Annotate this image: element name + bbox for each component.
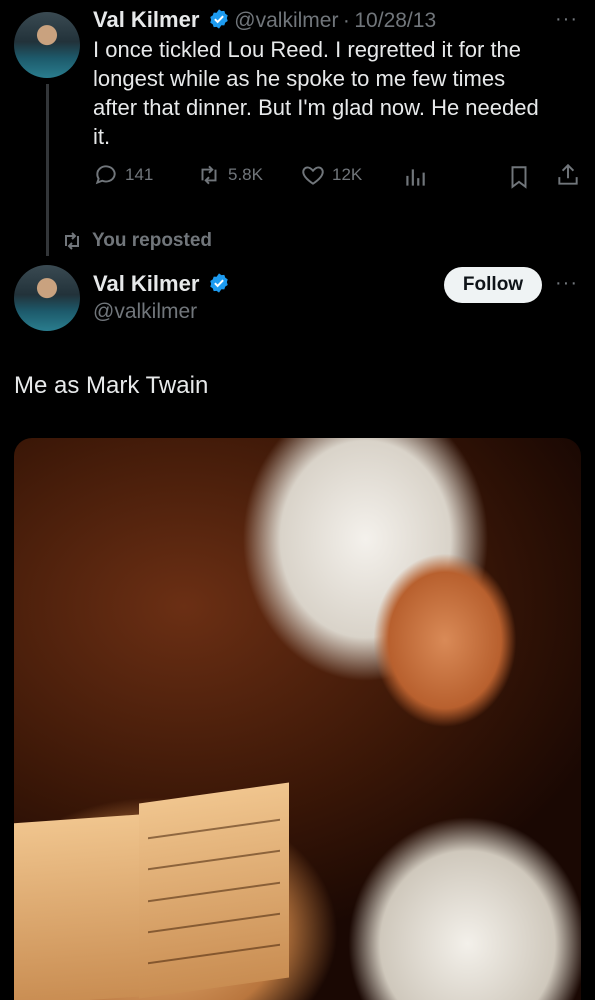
tweet-photo[interactable] xyxy=(14,438,581,1000)
tweet-text-line: after that dinner. But I'm glad now. He … xyxy=(93,95,539,120)
tweet-date[interactable]: 10/28/13 xyxy=(354,9,436,32)
verified-badge-icon xyxy=(210,273,228,293)
repost-icon xyxy=(201,165,217,185)
like-button[interactable]: 12K xyxy=(300,162,362,188)
thread-line xyxy=(46,84,49,256)
author-name[interactable]: Val Kilmer xyxy=(93,7,199,32)
tweet-header: Val Kilmer @valkilmer · 10/28/13 xyxy=(93,7,436,33)
bookmark-button[interactable] xyxy=(506,164,532,190)
reply-count: 141 xyxy=(125,165,154,184)
verified-badge-icon xyxy=(210,9,228,29)
like-icon xyxy=(302,166,324,185)
repost-icon xyxy=(65,232,79,250)
more-icon[interactable]: ··· xyxy=(555,8,578,31)
reply-icon xyxy=(95,165,116,185)
reply-button[interactable]: 141 xyxy=(93,162,153,188)
bookmark-icon xyxy=(511,166,527,189)
avatar[interactable] xyxy=(14,265,80,331)
author-name[interactable]: Val Kilmer xyxy=(93,271,199,296)
avatar[interactable] xyxy=(14,12,80,78)
repost-button[interactable]: 5.8K xyxy=(196,162,263,188)
author-handle[interactable]: @valkilmer xyxy=(93,300,197,324)
views-icon xyxy=(406,169,425,186)
repost-indicator: You reposted xyxy=(60,229,212,253)
repost-label[interactable]: You reposted xyxy=(92,230,212,252)
tweet-text-line: it. xyxy=(93,124,111,149)
tweet-text-line: longest while as he spoke to me few time… xyxy=(93,66,506,91)
sheet-music xyxy=(139,782,289,999)
follow-button[interactable]: Follow xyxy=(444,267,542,303)
views-button[interactable] xyxy=(402,164,428,190)
repost-count: 5.8K xyxy=(228,165,263,184)
tweet-header: Val Kilmer xyxy=(93,271,230,297)
separator: · xyxy=(342,9,350,32)
share-button[interactable] xyxy=(555,162,581,188)
author-handle[interactable]: @valkilmer xyxy=(234,9,338,32)
tweet-text: Me as Mark Twain xyxy=(14,372,209,399)
more-icon[interactable]: ··· xyxy=(555,272,578,295)
like-count: 12K xyxy=(332,165,363,184)
tweet-text-line: I once tickled Lou Reed. I regretted it … xyxy=(93,37,522,62)
tweet-text: I once tickled Lou Reed. I regretted it … xyxy=(93,35,583,151)
share-icon xyxy=(558,163,578,185)
